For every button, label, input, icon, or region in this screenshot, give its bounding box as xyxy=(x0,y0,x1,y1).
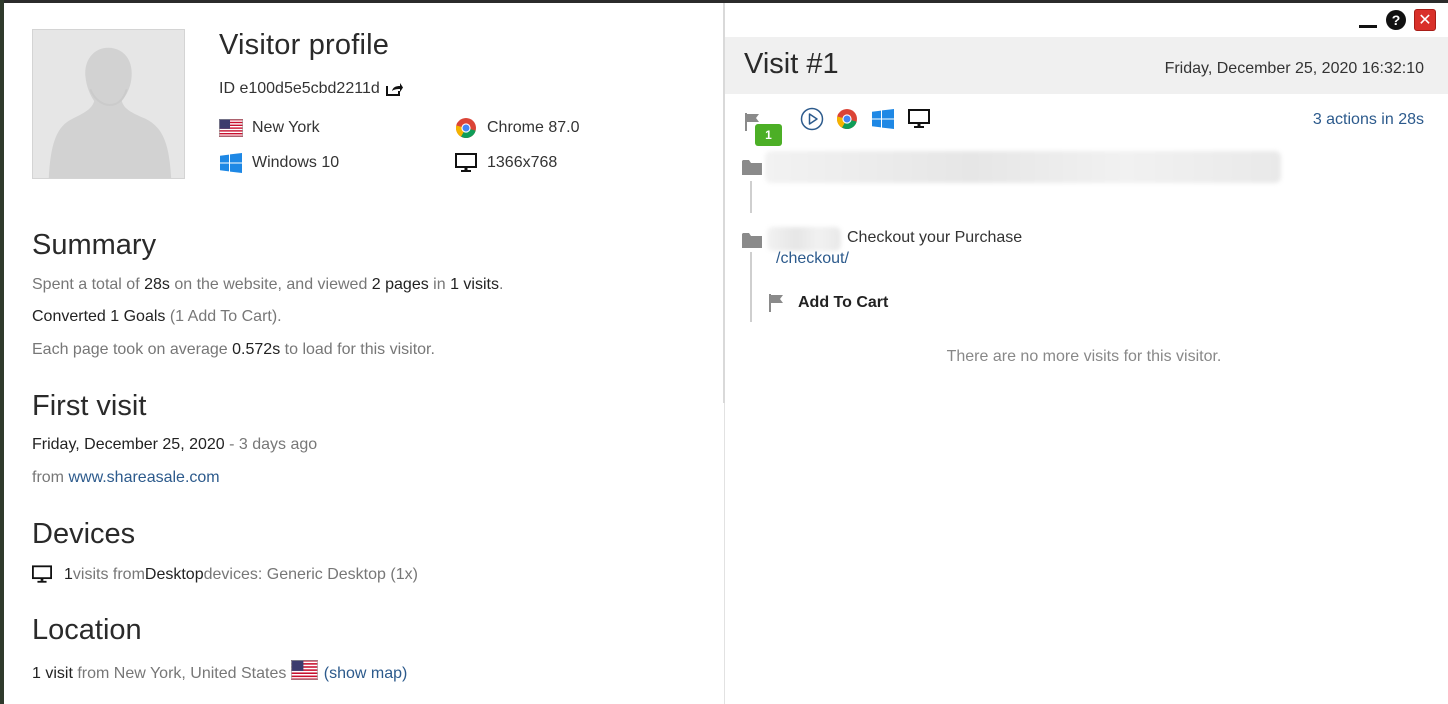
monitor-icon xyxy=(907,107,931,131)
location-visits: 1 visit xyxy=(32,665,73,682)
play-icon[interactable] xyxy=(800,107,824,131)
summary-line-time: Spent a total of 28s on the website, and… xyxy=(32,276,503,294)
visit-icon-row: 1 3 actions in 28s xyxy=(725,107,1448,146)
page-title: Checkout your Purchase xyxy=(847,229,1023,246)
timeline-line xyxy=(750,181,752,213)
profile-title: Visitor profile xyxy=(219,29,390,61)
summary-text: Spent a total of xyxy=(32,276,145,293)
summary-goals-detail: (1 Add To Cart). xyxy=(165,308,282,325)
monitor-icon xyxy=(454,153,478,173)
devices-type: Desktop xyxy=(144,566,204,583)
summary-goals: Converted 1 Goals xyxy=(32,308,166,325)
meta-location: New York xyxy=(219,118,320,138)
devices-heading: Devices xyxy=(32,518,136,550)
meta-browser-text: Chrome 87.0 xyxy=(487,119,580,136)
meta-os: Windows 10 xyxy=(219,153,339,173)
summary-line-goals: Converted 1 Goals (1 Add To Cart). xyxy=(32,308,282,326)
summary-time: 28s xyxy=(144,276,170,293)
monitor-icon xyxy=(32,565,54,585)
visit-panel: ? ✕ Visit #1 Friday, December 25, 2020 1… xyxy=(725,3,1448,704)
goal-name: Add To Cart xyxy=(798,294,889,311)
meta-resolution-text: 1366x768 xyxy=(487,154,558,171)
minimize-icon[interactable] xyxy=(1358,10,1378,30)
devices-count: 1 xyxy=(64,566,73,583)
summary-text: Each page took on average xyxy=(32,341,233,358)
visitor-id-text: ID e100d5e5cbd2211d xyxy=(219,80,380,97)
devices-detail: devices: Generic Desktop (1x) xyxy=(203,566,418,583)
first-visit-date-line: Friday, December 25, 2020 - 3 days ago xyxy=(32,436,317,454)
flag-icon xyxy=(769,294,783,312)
page-url-link[interactable]: /checkout/ xyxy=(776,250,849,268)
devices-text: visits from xyxy=(72,566,145,583)
location-line: 1 visit from New York, United States (sh… xyxy=(32,660,408,684)
first-visit-ago: - 3 days ago xyxy=(224,436,318,453)
us-flag-icon xyxy=(290,660,318,680)
folder-icon xyxy=(742,160,762,175)
devices-line: 1 visits from Desktop devices: Generic D… xyxy=(32,565,418,585)
goal-count-badge[interactable]: 1 xyxy=(755,124,782,146)
summary-text: in xyxy=(428,276,451,293)
meta-browser: Chrome 87.0 xyxy=(454,118,580,139)
first-visit-referrer-line: from www.shareasale.com xyxy=(32,469,220,487)
visitor-id: ID e100d5e5cbd2211d xyxy=(219,80,403,98)
from-label: from xyxy=(32,469,69,486)
visit-title: Visit #1 xyxy=(744,48,839,80)
actions-summary-link[interactable]: 3 actions in 28s xyxy=(1313,111,1424,129)
summary-avg-load: 0.572s xyxy=(232,341,281,358)
us-flag-icon xyxy=(219,118,243,138)
referrer-link[interactable]: www.shareasale.com xyxy=(68,469,219,486)
timeline-line xyxy=(750,252,752,322)
no-more-visits: There are no more visits for this visito… xyxy=(946,348,1222,365)
goal-row: Add To Cart xyxy=(768,294,888,312)
folder-icon xyxy=(742,233,762,248)
visit-datetime: Friday, December 25, 2020 16:32:10 xyxy=(1164,60,1424,77)
chrome-icon xyxy=(835,107,859,131)
location-text: from New York, United States xyxy=(72,665,291,682)
blurred-page-title xyxy=(765,151,1281,183)
share-icon[interactable] xyxy=(385,82,403,96)
summary-text: . xyxy=(498,276,504,293)
avatar-silhouette-icon xyxy=(33,30,184,178)
meta-os-text: Windows 10 xyxy=(252,154,340,171)
close-icon[interactable]: ✕ xyxy=(1414,9,1436,31)
visitor-profile-panel: Visitor profile ID e100d5e5cbd2211d New … xyxy=(4,3,723,704)
location-heading: Location xyxy=(32,614,142,646)
summary-heading: Summary xyxy=(32,229,157,261)
summary-pages: 2 pages xyxy=(371,276,429,293)
meta-resolution: 1366x768 xyxy=(454,153,557,173)
avatar xyxy=(32,29,185,179)
window-controls: ? ✕ xyxy=(1358,9,1436,31)
summary-text: to load for this visitor. xyxy=(280,341,435,358)
help-icon[interactable]: ? xyxy=(1386,10,1406,30)
show-map-link[interactable]: (show map) xyxy=(324,665,408,683)
chrome-icon xyxy=(454,118,478,139)
visitor-profile-window: Visitor profile ID e100d5e5cbd2211d New … xyxy=(0,0,1448,704)
windows-icon xyxy=(219,153,243,173)
summary-text: on the website, and viewed xyxy=(169,276,372,293)
blurred-page-group xyxy=(767,227,841,251)
visit-header: Visit #1 Friday, December 25, 2020 16:32… xyxy=(725,37,1448,94)
first-visit-date: Friday, December 25, 2020 xyxy=(32,436,225,453)
summary-visits: 1 visits xyxy=(450,276,499,293)
windows-icon xyxy=(871,107,895,131)
first-visit-heading: First visit xyxy=(32,390,147,422)
meta-location-text: New York xyxy=(252,119,320,136)
summary-line-load: Each page took on average 0.572s to load… xyxy=(32,341,435,359)
